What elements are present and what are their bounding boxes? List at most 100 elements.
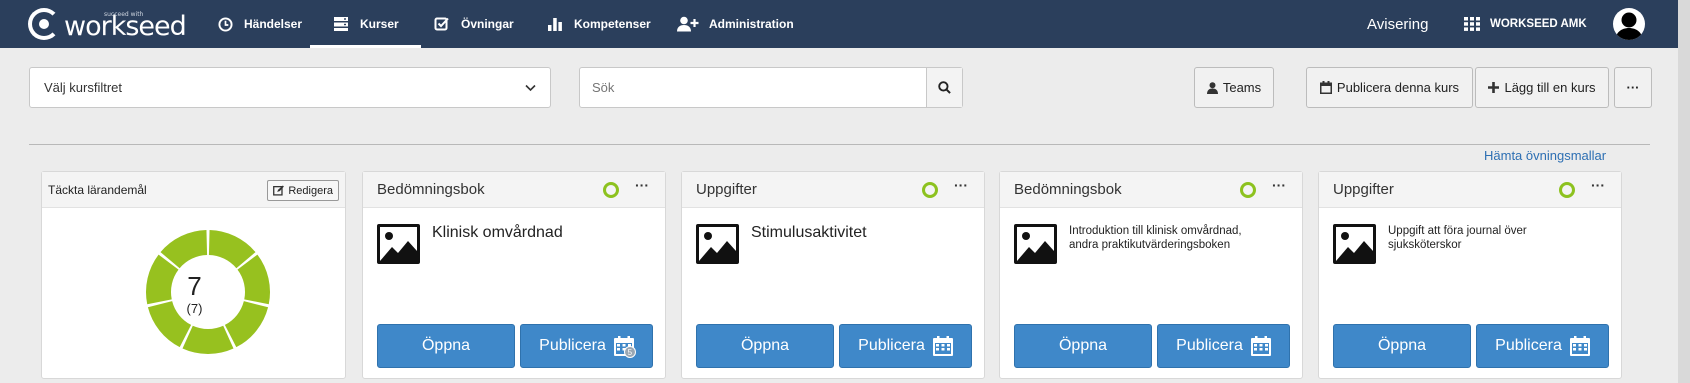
calendar-icon: 5 <box>613 336 636 358</box>
publish-button[interactable]: Publicera <box>1157 324 1290 368</box>
bar-chart-icon <box>546 15 564 33</box>
templates-link[interactable]: Hämta övningsmallar <box>1484 148 1606 163</box>
publish-button[interactable]: Publicera <box>1476 324 1609 368</box>
calendar-icon <box>932 336 953 356</box>
search-icon <box>938 81 951 94</box>
activity-type: Uppgifter <box>1333 181 1394 198</box>
server-icon <box>332 15 350 33</box>
notifications-link[interactable]: Avisering <box>1367 0 1428 48</box>
activity-card: Bedömningsbok ··· Introduktion till klinis… <box>999 171 1303 379</box>
more-options-button[interactable]: ··· <box>1614 67 1652 108</box>
publish-button[interactable]: Publicera <box>839 324 972 368</box>
edit-goals-button[interactable]: Redigera <box>267 180 339 201</box>
open-button[interactable]: Öppna <box>377 324 515 368</box>
open-button[interactable]: Öppna <box>696 324 834 368</box>
calendar-icon <box>1319 81 1332 94</box>
search-box <box>579 67 963 108</box>
publish-button[interactable]: Publicera 5 <box>520 324 653 368</box>
activity-card-header: Uppgifter ··· <box>682 172 984 208</box>
status-circle-icon <box>1559 182 1575 198</box>
activity-card-header: Bedömningsbok ··· <box>1000 172 1302 208</box>
workseed-logo[interactable]: succeed with workseed <box>28 8 187 40</box>
activity-title: Klinisk omvårdnad <box>432 224 563 241</box>
add-user-icon <box>677 15 699 33</box>
activity-type: Uppgifter <box>696 181 757 198</box>
nav-label: Kompetenser <box>574 17 651 31</box>
chevron-down-icon <box>525 80 536 95</box>
publish-course-label: Publicera denna kurs <box>1336 80 1460 95</box>
open-label: Öppna <box>421 337 471 354</box>
section-divider <box>29 144 1650 145</box>
activity-type: Bedömningsbok <box>377 181 485 198</box>
nav-label: Administration <box>709 17 794 31</box>
edit-icon <box>273 185 285 196</box>
card-menu-button[interactable]: ··· <box>1591 177 1605 193</box>
publish-label: Publicera <box>1176 337 1243 354</box>
search-input[interactable] <box>580 68 926 107</box>
open-label: Öppna <box>1058 337 1108 354</box>
notifications-label: Avisering <box>1367 15 1429 33</box>
image-placeholder-icon <box>1014 224 1057 264</box>
status-circle-icon <box>603 182 619 198</box>
open-button[interactable]: Öppna <box>1333 324 1471 368</box>
page-scrollbar[interactable] <box>1678 0 1690 383</box>
plus-icon <box>1488 82 1500 93</box>
card-menu-button[interactable]: ··· <box>1272 177 1286 193</box>
goals-covered-count: 7 <box>187 271 202 301</box>
clock-icon <box>216 15 234 33</box>
activity-card-header: Bedömningsbok ··· <box>363 172 665 208</box>
search-button[interactable] <box>926 68 962 107</box>
calendar-icon <box>1250 336 1271 356</box>
teams-label: Teams <box>1222 80 1262 95</box>
schedule-count-badge: 5 <box>623 346 636 358</box>
open-label: Öppna <box>740 337 790 354</box>
learning-goals-title: Täckta lärandemål <box>48 182 147 197</box>
nav-label: Övningar <box>461 17 514 31</box>
user-avatar[interactable] <box>1613 8 1645 40</box>
add-course-label: Lägg till en kurs <box>1504 80 1596 95</box>
teams-button[interactable]: Teams <box>1194 67 1274 108</box>
image-placeholder-icon <box>1333 224 1376 264</box>
nav-item-kurser[interactable]: Kurser <box>310 0 421 48</box>
donut-segment <box>182 325 234 354</box>
activity-card: Bedömningsbok ··· Klinisk omvårdnad Öppna Pu… <box>362 171 666 379</box>
nav-label: Kurser <box>360 17 399 31</box>
image-placeholder-icon <box>377 224 420 264</box>
nav-item-handelser[interactable]: Händelser <box>216 0 302 48</box>
activity-title: Uppgift att föra journal över sjuksköter… <box>1388 225 1527 251</box>
course-filter-value: Välj kursfiltret <box>44 80 123 95</box>
publish-course-button[interactable]: Publicera denna kurs <box>1306 67 1473 108</box>
activity-title: Stimulusaktivitet <box>751 224 867 241</box>
activity-type: Bedömningsbok <box>1014 181 1122 198</box>
calendar-icon <box>1569 336 1590 356</box>
org-switcher[interactable]: WORKSEED AMK <box>1464 0 1587 48</box>
activity-card: Uppgifter ··· Uppgift att föra journal öve… <box>1318 171 1622 379</box>
nav-item-kompetenser[interactable]: Kompetenser <box>546 0 651 48</box>
edit-goals-label: Redigera <box>288 184 333 197</box>
activity-card-header: Uppgifter ··· <box>1319 172 1621 208</box>
publish-label: Publicera <box>858 337 925 354</box>
learning-goals-card: Täckta lärandemål Redigera 7 (7) <box>41 171 346 379</box>
image-placeholder-icon <box>696 224 739 264</box>
checkbox-icon <box>433 15 451 33</box>
learning-goals-header: Täckta lärandemål Redigera <box>42 172 345 208</box>
add-course-button[interactable]: Lägg till en kurs <box>1475 67 1609 108</box>
activity-title: Introduktion till klinisk omvårdnad, and… <box>1069 225 1242 251</box>
org-name: WORKSEED AMK <box>1490 18 1587 30</box>
logo-mark-icon <box>28 8 60 40</box>
activity-card: Uppgifter ··· Stimulusaktivitet Öppna Public… <box>681 171 985 379</box>
user-icon <box>1206 81 1218 94</box>
publish-label: Publicera <box>1495 337 1562 354</box>
nav-item-ovningar[interactable]: Övningar <box>433 0 514 48</box>
card-menu-button[interactable]: ··· <box>954 177 968 193</box>
nav-item-administration[interactable]: Administration <box>677 0 794 48</box>
user-silhouette-icon <box>1615 12 1643 40</box>
course-filter-select[interactable]: Välj kursfiltret <box>29 67 551 108</box>
nav-label: Händelser <box>244 17 303 31</box>
top-navbar: succeed with workseed Händelser Kurser Ö… <box>0 0 1690 48</box>
open-button[interactable]: Öppna <box>1014 324 1152 368</box>
card-menu-button[interactable]: ··· <box>635 177 649 193</box>
ellipsis-icon: ··· <box>1626 80 1640 95</box>
status-circle-icon <box>922 182 938 198</box>
logo-tagline: succeed with <box>104 10 144 18</box>
